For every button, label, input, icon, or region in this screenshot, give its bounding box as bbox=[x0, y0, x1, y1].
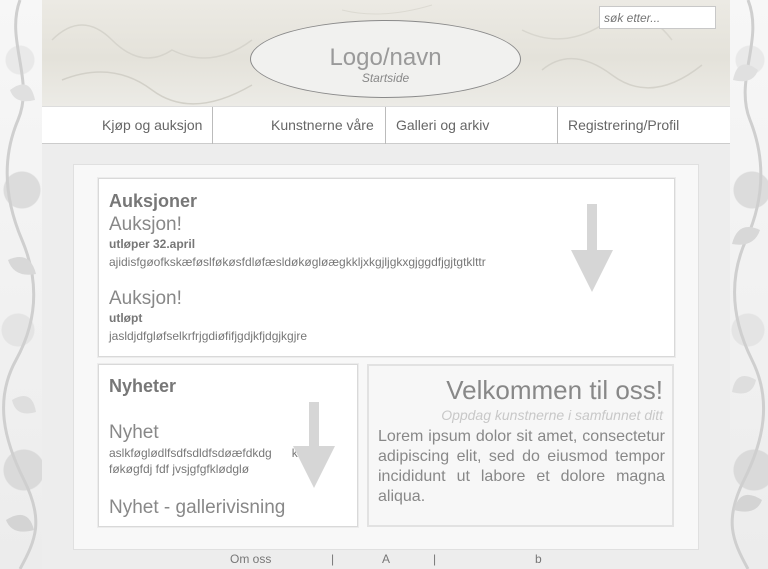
footer-link-b[interactable]: b bbox=[535, 552, 542, 566]
floral-ornament-left bbox=[2, 0, 38, 569]
nav-item-artists[interactable]: Kunstnerne våre bbox=[213, 107, 386, 144]
news-heading: Nyheter bbox=[109, 376, 177, 396]
nav-item-buy-auction[interactable]: Kjøp og auksjon bbox=[42, 107, 213, 144]
nav-item-label: Galleri og arkiv bbox=[396, 117, 490, 133]
right-ornament bbox=[730, 0, 768, 569]
news-title[interactable]: Nyhet - gallerivisning bbox=[109, 497, 285, 519]
logo[interactable]: Logo/navn Startside bbox=[250, 20, 521, 98]
scroll-down-arrow-icon[interactable] bbox=[293, 402, 335, 488]
main-navigation: Kjøp og auksjon Kunstnerne våre Galleri … bbox=[42, 106, 730, 144]
auction-title[interactable]: Auksjon! bbox=[109, 214, 182, 236]
welcome-section: Velkommen til oss! Oppdag kunstnerne i s… bbox=[367, 364, 674, 527]
footer-separator: | bbox=[433, 552, 437, 566]
news-section: Nyheter Nyhet aslkføglødlfsdfsdldfsdøæfd… bbox=[98, 364, 358, 527]
logo-subtitle: Startside bbox=[361, 71, 410, 85]
welcome-title: Velkommen til oss! bbox=[446, 375, 663, 405]
news-text-line: føkøgfdj fdf jvsjgfgfklødglø bbox=[109, 462, 250, 476]
welcome-body: Lorem ipsum dolor sit amet, consectetur … bbox=[378, 428, 665, 505]
scroll-down-arrow-icon[interactable] bbox=[571, 204, 613, 292]
auction-description: ajidisfgøofkskæføslføkøsfdløfæsldøkøgløæ… bbox=[109, 255, 486, 269]
auction-description: jasldjdfgløfselkrfrjgdiøfifjgdjkfjdgjkgj… bbox=[109, 329, 308, 343]
left-ornament bbox=[0, 0, 42, 569]
auction-title[interactable]: Auksjon! bbox=[109, 288, 182, 310]
logo-title: Logo/navn bbox=[329, 44, 442, 71]
floral-ornament-right bbox=[730, 0, 766, 569]
nav-item-registration-profile[interactable]: Registrering/Profil bbox=[558, 107, 730, 144]
search-input[interactable] bbox=[599, 6, 716, 29]
news-text-part: aslkføglødlfsdfsdldfsdøæfdkdg bbox=[109, 446, 272, 460]
footer-separator: | bbox=[331, 552, 335, 566]
nav-item-gallery-archive[interactable]: Galleri og arkiv bbox=[386, 107, 558, 144]
auction-status: utløper 32.april bbox=[109, 237, 196, 251]
auctions-heading: Auksjoner bbox=[109, 191, 198, 211]
auctions-section: Auksjoner Auksjon! utløper 32.april ajid… bbox=[98, 178, 675, 357]
welcome-subtitle: Oppdag kunstnerne i samfunnet ditt bbox=[441, 407, 663, 423]
footer-link-a[interactable]: A bbox=[382, 552, 390, 566]
news-title[interactable]: Nyhet bbox=[109, 422, 159, 444]
nav-item-label: Kjøp og auksjon bbox=[102, 117, 203, 133]
nav-item-label: Kunstnerne våre bbox=[271, 117, 374, 133]
nav-item-label: Registrering/Profil bbox=[568, 117, 680, 133]
auction-status: utløpt bbox=[109, 311, 143, 325]
news-text-line: aslkføglødlfsdfsdldfsdøæfdkdgkdø bbox=[109, 446, 312, 460]
footer-link-about[interactable]: Om oss bbox=[230, 552, 271, 566]
